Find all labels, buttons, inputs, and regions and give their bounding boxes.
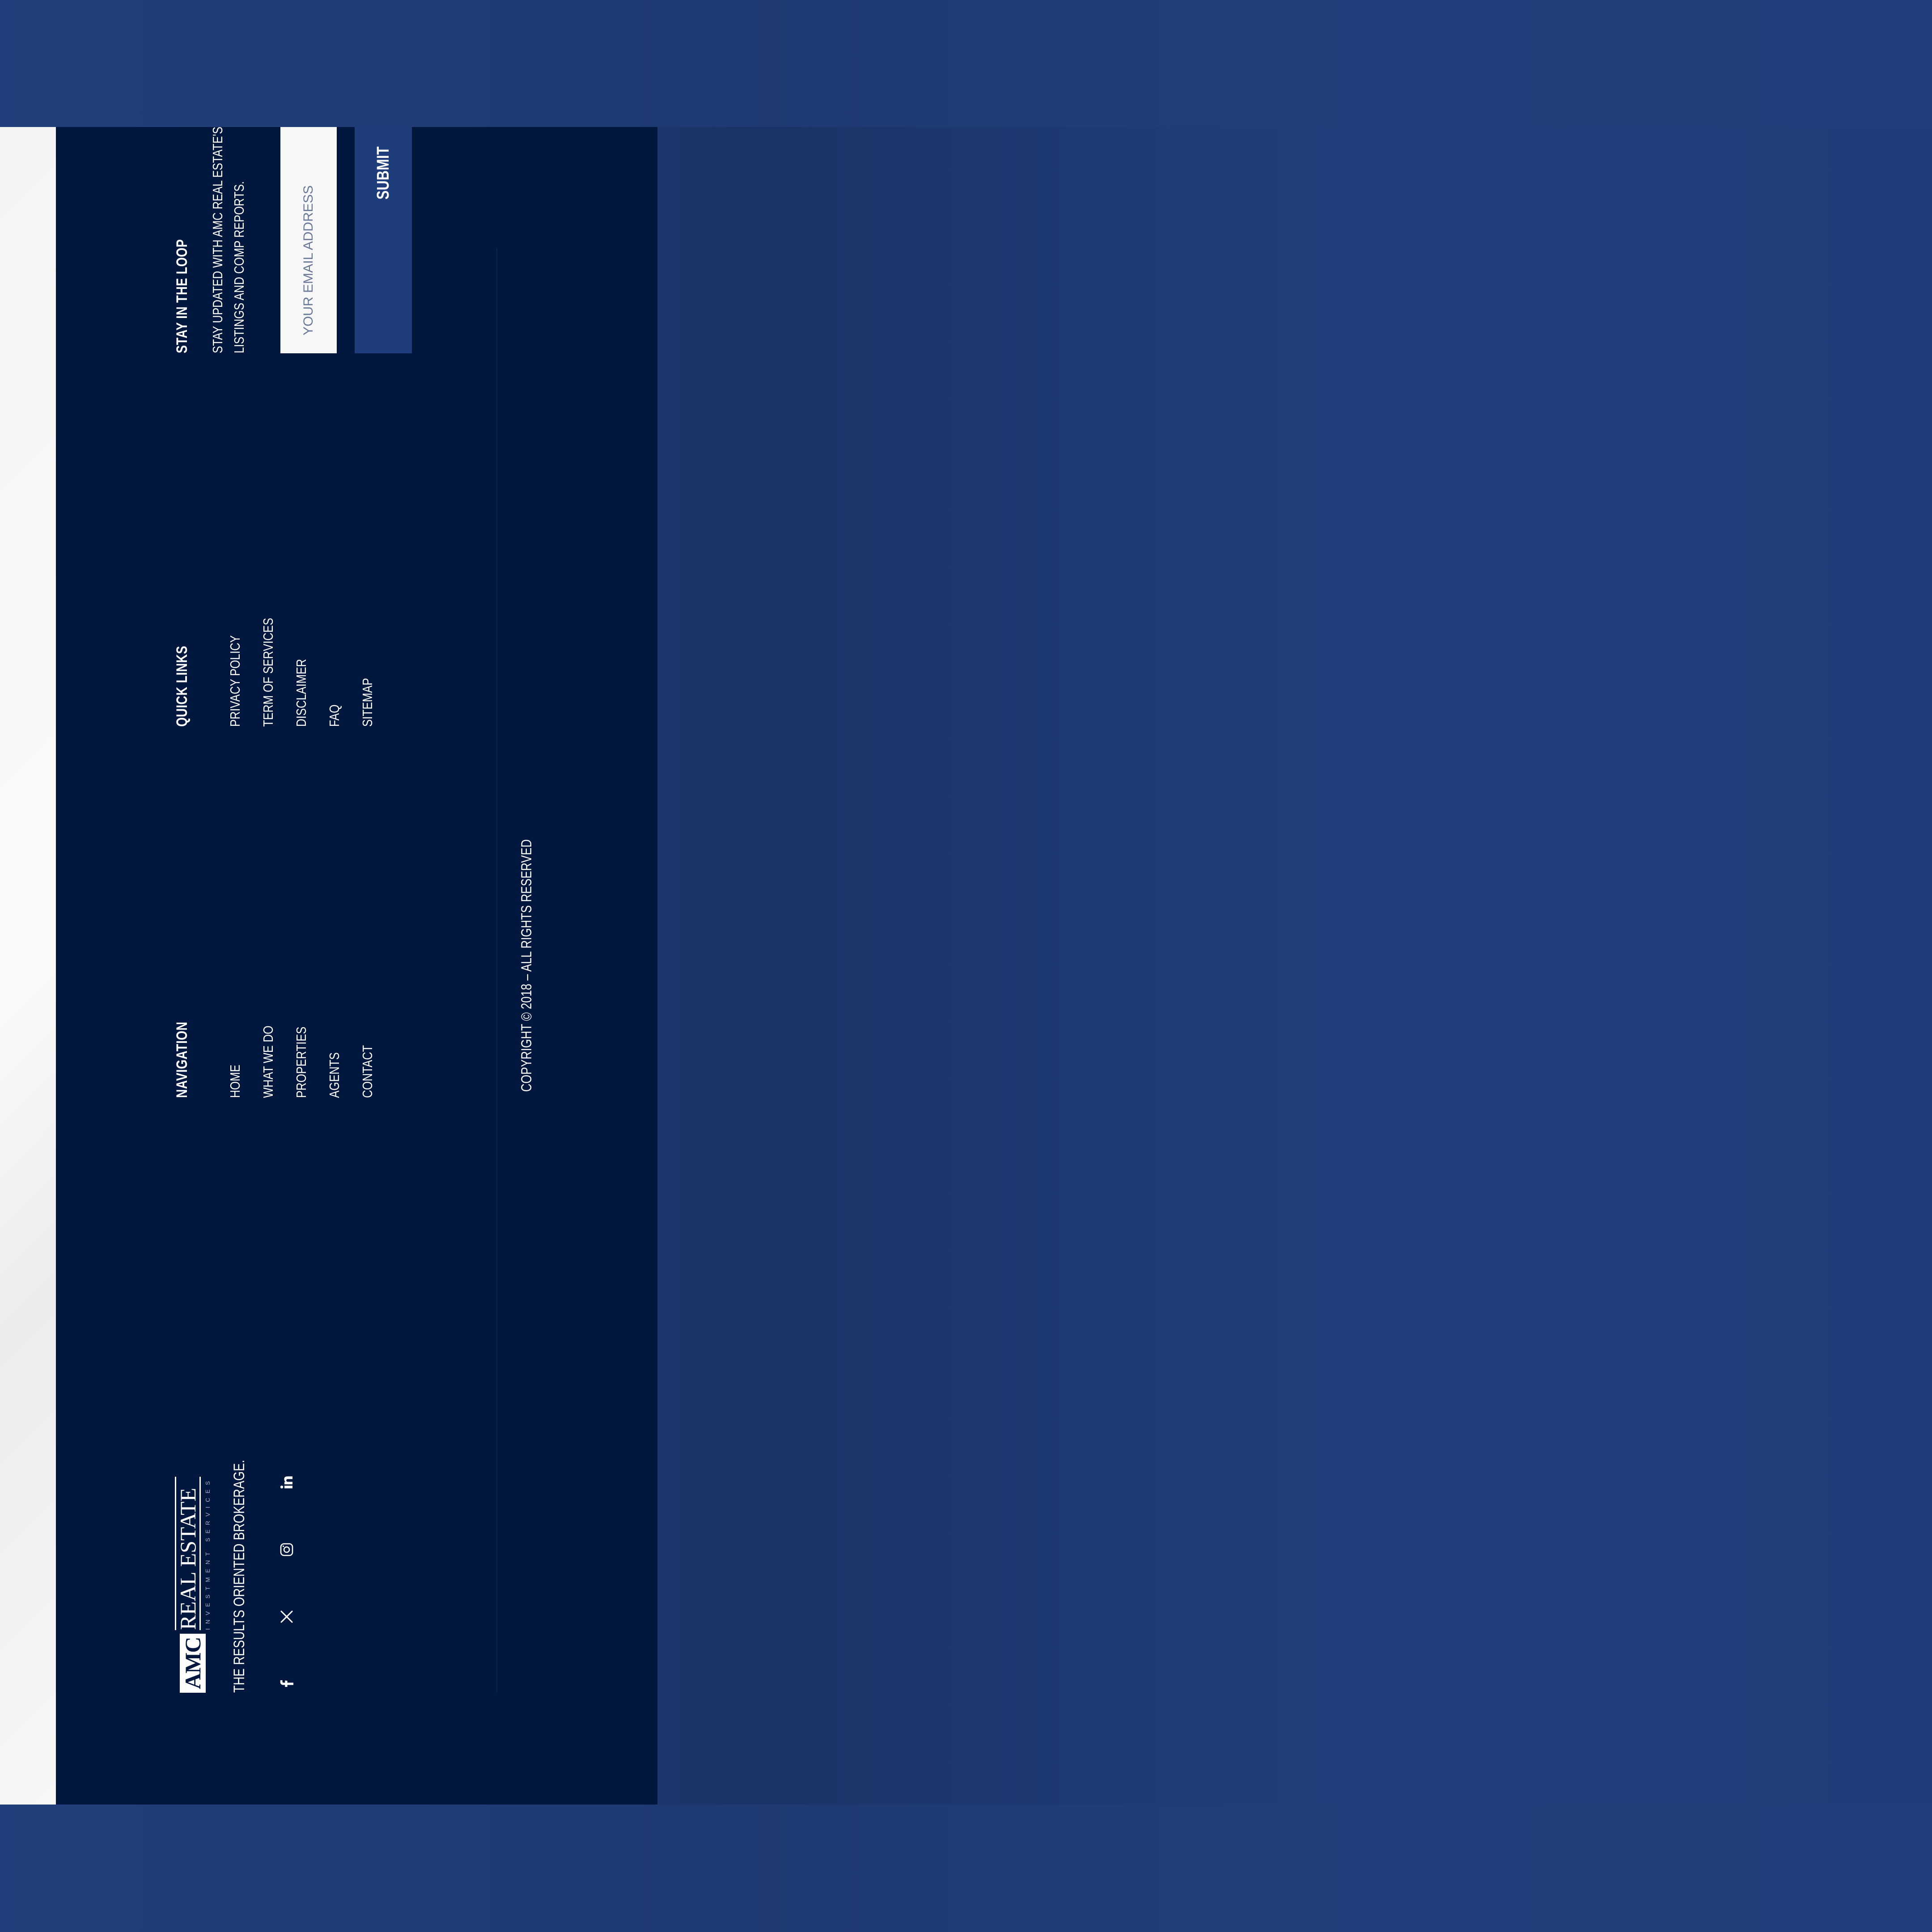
brand-tagline: THE RESULTS ORIENTED BROKERAGE. [231,1460,248,1693]
submit-button[interactable]: SUBMIT [355,127,412,353]
navigation-list: HOME WHAT WE DO PROPERTIES AGENTS CONTAC… [219,830,384,1098]
copyright-label: COPYRIGHT © 2018 – ALL RIGHTS RESERVED [518,839,534,1092]
facebook-icon[interactable] [278,1675,296,1693]
email-input[interactable] [280,127,337,353]
linkedin-icon[interactable] [278,1474,296,1491]
quick-links-list: PRIVACY POLICY TERM OF SERVICES DISCLAIM… [219,458,384,727]
quick-link-privacy-policy[interactable]: PRIVACY POLICY [219,512,252,727]
logo-subtitle: INVESTMENT SERVICES [204,1476,211,1630]
instagram-icon[interactable] [278,1541,296,1559]
newsletter-form: SUBMIT [280,127,412,353]
logo-real-estate-text: REAL ESTATE [174,1476,201,1630]
footer-quick-links-column: QUICK LINKS PRIVACY POLICY TERM OF SERVI… [172,458,384,727]
nav-link-what-we-do[interactable]: WHAT WE DO [252,883,285,1098]
page-content-strip [0,127,56,1805]
nav-link-properties[interactable]: PROPERTIES [285,883,318,1098]
background-top-band [0,0,1932,127]
footer-divider [496,248,497,1693]
company-logo[interactable]: AMC REAL ESTATE INVESTMENT SERVICES [174,1380,211,1693]
quick-link-disclaimer[interactable]: DISCLAIMER [285,512,318,727]
submit-button-label: SUBMIT [373,146,393,200]
social-links [278,1380,296,1693]
newsletter-heading: STAY IN THE LOOP [174,239,191,353]
nav-link-agents[interactable]: AGENTS [318,883,351,1098]
footer-frame: AMC REAL ESTATE INVESTMENT SERVICES THE … [56,127,657,1805]
background-bottom-band [0,1805,1932,1932]
quick-link-faq[interactable]: FAQ [318,512,351,727]
nav-link-contact[interactable]: CONTACT [351,883,384,1098]
x-twitter-icon[interactable] [278,1608,296,1626]
nav-link-home[interactable]: HOME [219,883,252,1098]
footer-brand-column: AMC REAL ESTATE INVESTMENT SERVICES THE … [172,1380,296,1693]
site-footer: AMC REAL ESTATE INVESTMENT SERVICES THE … [56,127,657,1805]
quick-link-term-of-services[interactable]: TERM OF SERVICES [252,512,285,727]
navigation-heading: NAVIGATION [174,1021,191,1098]
footer-navigation-column: NAVIGATION HOME WHAT WE DO PROPERTIES AG… [172,830,384,1098]
newsletter-description: STAY UPDATED WITH AMC REAL ESTATE'S NEWS… [210,127,247,353]
copyright-text: COPYRIGHT © 2018 – ALL RIGHTS RESERVED [517,127,536,1805]
quick-link-sitemap[interactable]: SITEMAP [351,512,384,727]
logo-wordmark: REAL ESTATE INVESTMENT SERVICES [174,1476,211,1630]
logo-amc-mark: AMC [180,1633,206,1693]
footer-newsletter-column: STAY IN THE LOOP STAY UPDATED WITH AMC R… [172,127,412,353]
quick-links-heading: QUICK LINKS [174,645,191,727]
